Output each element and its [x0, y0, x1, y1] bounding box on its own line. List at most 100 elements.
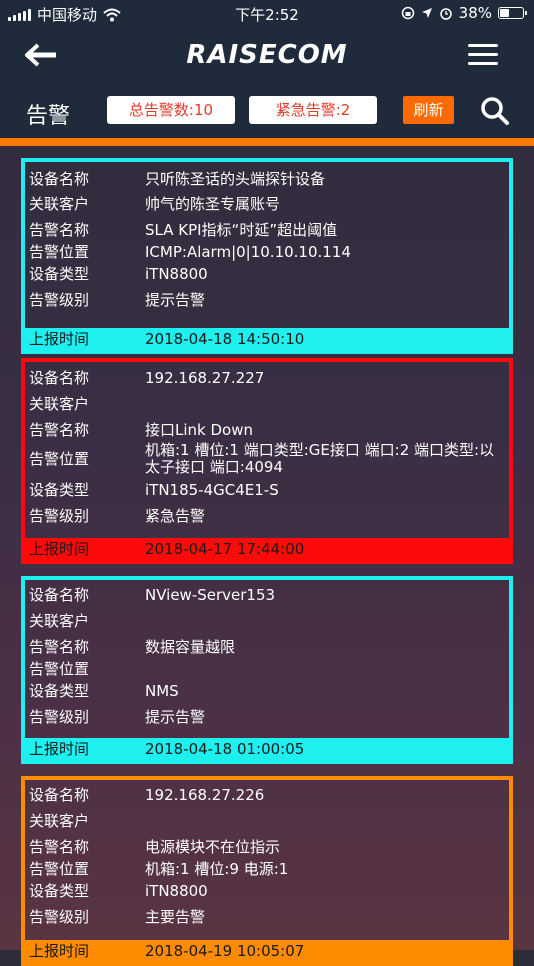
- device-name-value: 192.168.27.227: [145, 369, 265, 387]
- customer-row: 关联客户: [25, 610, 509, 632]
- alarm-name-row: 告警名称 SLA KPI指标“时延”超出阈值: [25, 219, 509, 241]
- alarm-card[interactable]: 设备名称 192.168.27.227 关联客户 告警名称 接口Link Down …: [21, 358, 513, 564]
- alarm-card[interactable]: 设备名称 NView-Server153 关联客户 告警名称 数据容量越限 告警位置…: [21, 576, 513, 764]
- customer-label: 关联客户: [29, 812, 90, 830]
- device-name-row: 设备名称 192.168.27.227: [25, 367, 509, 389]
- alarm-clock-icon: [439, 8, 452, 20]
- alarm-level-value: 主要告警: [145, 908, 206, 926]
- status-bar: 中国移动 下午2:52 38%: [0, 0, 534, 28]
- alarm-name-label: 告警名称: [29, 838, 90, 856]
- alarm-location-row: 告警位置 ICMP:Alarm|0|10.10.10.114: [25, 241, 509, 263]
- alarm-level-label: 告警级别: [29, 708, 90, 726]
- toolbar-divider: [0, 138, 534, 146]
- alarm-name-row: 告警名称 接口Link Down: [25, 419, 509, 441]
- alarm-level-label: 告警级别: [29, 507, 90, 525]
- refresh-button[interactable]: 刷新: [403, 96, 454, 124]
- customer-value: [145, 810, 509, 832]
- report-time-bar: 上报时间 2018-04-17 17:44:00: [25, 538, 509, 560]
- alarm-location-label: 告警位置: [29, 860, 90, 878]
- report-time-bar: 上报时间 2018-04-19 10:05:07: [25, 940, 509, 962]
- alarm-level-row: 告警级别 主要告警: [25, 906, 509, 928]
- report-time-label: 上报时间: [29, 330, 90, 348]
- device-type-row: 设备类型 iTN185-4GC4E1-S: [25, 479, 509, 501]
- report-time-bar: 上报时间 2018-04-18 14:50:10: [25, 328, 509, 350]
- alarm-card[interactable]: 设备名称 192.168.27.226 关联客户 告警名称 电源模块不在位指示 告警…: [21, 776, 513, 966]
- raisecom-logo: RAISECOM: [186, 40, 348, 70]
- device-type-value: iTN8800: [145, 265, 208, 283]
- urgent-alarms-button[interactable]: 紧急告警:2: [249, 96, 377, 124]
- alarm-level-label: 告警级别: [29, 291, 90, 309]
- alarm-level-value: 提示告警: [145, 291, 206, 309]
- alarm-name-label: 告警名称: [29, 221, 90, 239]
- report-time-label: 上报时间: [29, 540, 90, 558]
- device-name-label: 设备名称: [29, 369, 90, 387]
- customer-value: [145, 393, 509, 415]
- alarm-name-row: 告警名称 电源模块不在位指示: [25, 836, 509, 858]
- device-name-label: 设备名称: [29, 586, 90, 604]
- battery-icon: [498, 7, 527, 19]
- report-time-value: 2018-04-17 17:44:00: [145, 540, 305, 558]
- alarm-location-value: 机箱:1 槽位:1 端口类型:GE接口 端口:2 端口类型:以太子接口 端口:4…: [145, 441, 495, 476]
- page-title: 告警: [26, 104, 71, 129]
- device-type-row: 设备类型 NMS: [25, 680, 509, 702]
- battery-percent: 38%: [458, 4, 492, 22]
- report-time-label: 上报时间: [29, 740, 90, 758]
- alarm-location-value: ICMP:Alarm|0|10.10.10.114: [145, 243, 351, 261]
- customer-label: 关联客户: [29, 395, 90, 413]
- customer-row: 关联客户 帅气的陈圣专属账号: [25, 193, 509, 215]
- alarm-level-value: 紧急告警: [145, 507, 206, 525]
- device-name-row: 设备名称 NView-Server153: [25, 584, 509, 606]
- customer-row: 关联客户: [25, 393, 509, 415]
- report-time-bar: 上报时间 2018-04-18 01:00:05: [25, 738, 509, 760]
- device-name-value: NView-Server153: [145, 586, 276, 604]
- alarm-level-row: 告警级别 提示告警: [25, 289, 509, 311]
- device-type-label: 设备类型: [29, 265, 90, 283]
- status-right: 38%: [401, 4, 527, 22]
- device-type-value: iTN185-4GC4E1-S: [145, 481, 279, 499]
- device-type-value: NMS: [145, 682, 179, 700]
- customer-label: 关联客户: [29, 612, 90, 630]
- device-name-label: 设备名称: [29, 170, 90, 188]
- alarm-card[interactable]: 设备名称 只听陈圣话的头端探针设备 关联客户 帅气的陈圣专属账号 告警名称 SLA K…: [21, 158, 513, 354]
- alarm-name-value: 电源模块不在位指示: [145, 838, 281, 856]
- device-type-label: 设备类型: [29, 682, 90, 700]
- device-name-label: 设备名称: [29, 786, 90, 804]
- customer-value: [145, 610, 509, 632]
- customer-row: 关联客户: [25, 810, 509, 832]
- alarm-level-row: 告警级别 紧急告警: [25, 505, 509, 527]
- alarm-location-label: 告警位置: [29, 450, 90, 468]
- alarm-name-value: SLA KPI指标“时延”超出阈值: [145, 221, 338, 239]
- alarm-level-label: 告警级别: [29, 908, 90, 926]
- alarm-name-label: 告警名称: [29, 638, 90, 656]
- report-time-label: 上报时间: [29, 942, 90, 960]
- alarm-location-value: [145, 658, 509, 680]
- device-name-row: 设备名称 只听陈圣话的头端探针设备: [25, 168, 509, 190]
- device-name-value: 192.168.27.226: [145, 786, 265, 804]
- customer-value: 帅气的陈圣专属账号: [145, 195, 281, 213]
- device-type-label: 设备类型: [29, 882, 90, 900]
- search-icon[interactable]: [480, 96, 510, 126]
- device-type-row: 设备类型 iTN8800: [25, 263, 509, 285]
- report-time-value: 2018-04-18 14:50:10: [145, 330, 305, 348]
- customer-label: 关联客户: [29, 195, 90, 213]
- alarm-level-row: 告警级别 提示告警: [25, 706, 509, 728]
- report-time-value: 2018-04-18 01:00:05: [145, 740, 305, 758]
- alarm-location-label: 告警位置: [29, 660, 90, 678]
- alarm-location-value: 机箱:1 槽位:9 电源:1: [145, 860, 289, 878]
- rotation-lock-icon: [401, 6, 414, 20]
- alarm-name-value: 数据容量越限: [145, 638, 236, 656]
- device-type-label: 设备类型: [29, 481, 90, 499]
- nav-bar: RAISECOM: [0, 28, 534, 84]
- device-name-value: 只听陈圣话的头端探针设备: [145, 170, 326, 188]
- alarm-toolbar: 告警 总告警数:10 紧急告警:2 刷新: [0, 84, 534, 138]
- device-type-row: 设备类型 iTN8800: [25, 880, 509, 902]
- alarm-name-label: 告警名称: [29, 421, 90, 439]
- device-type-value: iTN8800: [145, 882, 208, 900]
- total-alarms-button[interactable]: 总告警数:10: [107, 96, 235, 124]
- location-icon: [421, 8, 432, 18]
- alarm-level-value: 提示告警: [145, 708, 206, 726]
- hamburger-menu-icon[interactable]: [468, 44, 498, 66]
- alarm-location-label: 告警位置: [29, 243, 90, 261]
- alarm-location-row: 告警位置 机箱:1 槽位:1 端口类型:GE接口 端口:2 端口类型:以太子接口 …: [25, 441, 509, 477]
- alarm-name-row: 告警名称 数据容量越限: [25, 636, 509, 658]
